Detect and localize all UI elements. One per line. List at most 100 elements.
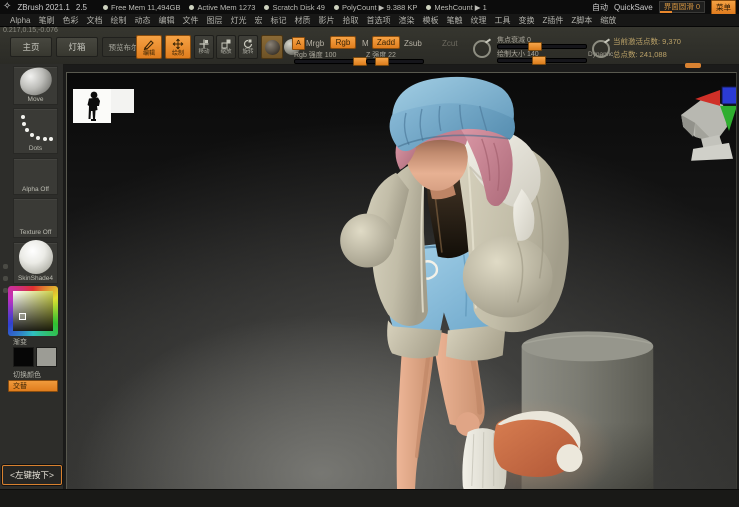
menu-item[interactable]: 模板 <box>420 15 440 26</box>
home-page-button[interactable]: 主页 <box>10 37 52 57</box>
menu-item[interactable]: 缩放 <box>598 15 618 26</box>
menu-item[interactable]: Z脚本 <box>569 15 594 26</box>
menu-item[interactable]: 图层 <box>204 15 224 26</box>
menu-item[interactable]: 色彩 <box>60 15 80 26</box>
menu-item[interactable]: 首选项 <box>364 15 392 26</box>
gizmo-z-axis[interactable] <box>722 87 736 104</box>
menu-item[interactable]: 变换 <box>516 15 536 26</box>
menu-item[interactable]: 绘制 <box>108 15 128 26</box>
status-stat: Free Mem 11,494GB <box>103 3 180 12</box>
pencil-icon <box>143 38 155 50</box>
menu-item[interactable]: 编辑 <box>156 15 176 26</box>
title-bar: ✧ ZBrush 2021.1 2.5 Free Mem 11,494GBAct… <box>0 0 739 14</box>
menu-item[interactable]: 笔刷 <box>36 15 56 26</box>
status-stat: Scratch Disk 49 <box>264 3 325 12</box>
edit-button[interactable]: 编辑 <box>136 35 162 59</box>
quicksave-button[interactable]: QuickSave <box>614 3 653 12</box>
menu-bar: Alpha 笔刷色彩文档绘制动态编辑文件图层灯光宏标记材质影片拾取首选项渲染模板笔… <box>0 14 739 27</box>
zsub-button[interactable]: Zsub <box>404 39 422 48</box>
material-tile[interactable]: SkinShade4 <box>13 242 58 284</box>
draw-size-slider[interactable] <box>497 58 587 63</box>
menu-item[interactable]: 文件 <box>180 15 200 26</box>
character-silhouette <box>73 89 111 123</box>
menu-item[interactable]: 纹理 <box>468 15 488 26</box>
switch-color-label[interactable]: 切换颜色 <box>13 370 41 380</box>
app-title: ZBrush 2021.1 <box>17 3 69 12</box>
left-sleeve-ball <box>340 214 394 268</box>
character-model[interactable] <box>340 77 582 490</box>
menu-item[interactable]: 拾取 <box>340 15 360 26</box>
menu-item[interactable]: 渲染 <box>396 15 416 26</box>
menu-item[interactable]: Z插件 <box>540 15 565 26</box>
tray-edge-dot <box>3 276 8 281</box>
material-sphere-thumbnail <box>19 240 53 274</box>
mrgb-button[interactable]: Mrgb <box>306 39 324 48</box>
draw-size-knob[interactable] <box>532 56 546 65</box>
main-color-swatch[interactable] <box>13 347 34 367</box>
gizmo-scale-icon <box>221 39 231 49</box>
tray-edge-dot <box>3 264 8 269</box>
stroke-type-tile[interactable]: Dots <box>13 108 58 154</box>
rgb-intensity-slider[interactable] <box>294 59 366 64</box>
menu-item[interactable]: 影片 <box>316 15 336 26</box>
color-picker-square[interactable] <box>13 291 53 331</box>
z-intensity-slider[interactable] <box>366 59 424 64</box>
active-points-count: 当前激活点数: 9,370 <box>613 36 681 47</box>
menus-button[interactable]: 菜单 <box>711 0 736 15</box>
zcut-button[interactable]: Zcut <box>442 39 458 48</box>
menu-item[interactable]: 宏 <box>252 15 264 26</box>
menu-item[interactable]: 工具 <box>492 15 512 26</box>
status-stat: PolyCount ▶ 9.388 KP <box>334 3 417 12</box>
rgb-intensity-knob[interactable] <box>353 57 367 66</box>
menu-item[interactable]: 笔触 <box>444 15 464 26</box>
move-button[interactable]: 移动 <box>194 35 214 59</box>
z-intensity-knob[interactable] <box>375 57 389 66</box>
zbrush-logo-icon: ✧ <box>3 2 11 12</box>
tray-divider-handle[interactable] <box>685 63 701 68</box>
sculpt-canvas[interactable] <box>66 72 737 490</box>
secondary-color-swatch[interactable] <box>36 347 57 367</box>
sculptris-sphere-icon <box>265 40 280 55</box>
dots-stroke-icon <box>16 111 56 143</box>
rgb-button[interactable]: Rgb <box>330 36 356 49</box>
cursor-coordinates: 0.217,0.15,-0.076 <box>3 27 58 34</box>
rotate-button[interactable]: 旋转 <box>238 35 258 59</box>
gizmo-rotate-icon <box>243 39 253 49</box>
bottom-bar <box>0 489 739 507</box>
interface-smoothness-field[interactable]: 界面圆滑 0 <box>659 1 705 13</box>
document-thumbnail[interactable] <box>73 89 138 125</box>
menu-item[interactable]: 标记 <box>268 15 288 26</box>
alpha-tile[interactable]: Alpha Off <box>13 158 58 195</box>
color-picker-cursor[interactable] <box>19 313 26 320</box>
3d-scene <box>67 73 736 490</box>
move-cross-icon <box>172 38 184 50</box>
left-tool-tray: Move Dots Alpha Off Texture Off SkinShad… <box>0 64 64 507</box>
lightbox-button[interactable]: 灯箱 <box>56 37 98 57</box>
draw-button[interactable]: 绘制 <box>165 35 191 59</box>
alternate-color-button[interactable]: 交替 <box>8 380 58 392</box>
menu-item[interactable]: Alpha <box>8 16 32 25</box>
top-shelf: 0.217,0.15,-0.076 主页 灯箱 预览布尔渲染 编辑 绘制 移动 … <box>0 27 739 65</box>
total-points-count: 总点数: 241,088 <box>613 49 667 60</box>
menu-item[interactable]: 材质 <box>292 15 312 26</box>
gradient-label[interactable]: 渐变 <box>13 337 27 347</box>
app-version: 2.5 <box>76 3 87 12</box>
texture-label: Texture Off <box>20 228 52 237</box>
zadd-button[interactable]: Zadd <box>372 36 400 49</box>
menu-item[interactable]: 文档 <box>84 15 104 26</box>
scale-button[interactable]: 缩放 <box>216 35 236 59</box>
auto-label[interactable]: 自动 <box>592 2 608 13</box>
gizmo-move-icon <box>199 39 209 49</box>
move-brush-thumbnail <box>18 65 53 96</box>
menu-item[interactable]: 动态 <box>132 15 152 26</box>
sculptris-pro-button[interactable] <box>261 35 283 59</box>
a-chip[interactable]: A <box>292 37 305 50</box>
zbrush-app-window: { "title_bar": { "app_name": "ZBrush 202… <box>0 0 739 507</box>
brush-name-label: Move <box>28 95 44 104</box>
color-picker[interactable] <box>8 286 58 336</box>
texture-tile[interactable]: Texture Off <box>13 198 58 238</box>
left-click-hint-button: <左键按下> <box>2 465 62 485</box>
menu-item[interactable]: 灯光 <box>228 15 248 26</box>
current-brush-tile[interactable]: Move <box>13 66 58 105</box>
m-button[interactable]: M <box>362 39 369 48</box>
